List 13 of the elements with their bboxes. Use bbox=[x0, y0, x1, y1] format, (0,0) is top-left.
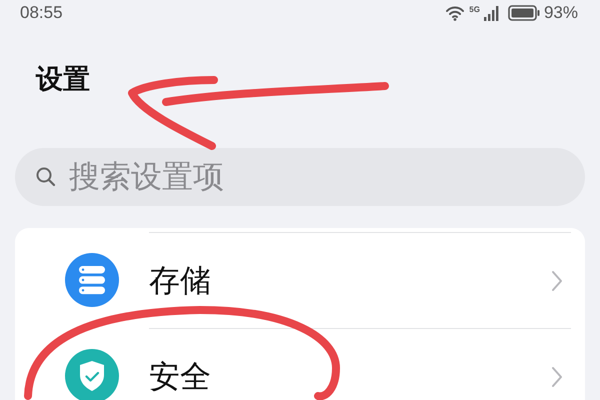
battery-icon bbox=[508, 5, 540, 21]
battery-percentage: 93% bbox=[544, 3, 578, 23]
clock-time: 08:55 bbox=[20, 3, 63, 23]
chevron-icon bbox=[551, 366, 563, 388]
network-type: 5G bbox=[469, 5, 480, 14]
signal-icon bbox=[484, 5, 500, 21]
page-title: 设置 bbox=[36, 63, 90, 97]
chevron-icon bbox=[551, 270, 563, 292]
settings-item[interactable]: 安全 bbox=[15, 328, 585, 400]
storage-icon bbox=[65, 253, 119, 307]
wifi-icon bbox=[445, 5, 466, 21]
settings-item[interactable]: 存储 bbox=[15, 232, 585, 328]
search-field[interactable]: 搜索设置项 bbox=[15, 148, 585, 206]
